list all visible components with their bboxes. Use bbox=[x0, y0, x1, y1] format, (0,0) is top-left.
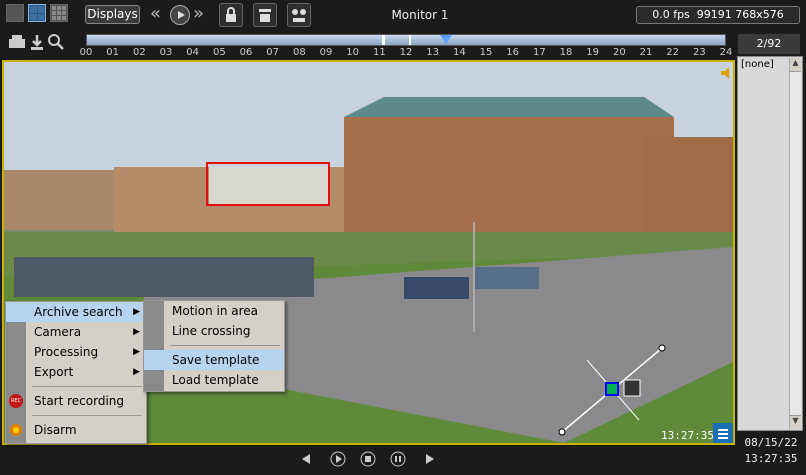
search-icon[interactable] bbox=[47, 33, 65, 51]
timeline-tick-label: 05 bbox=[212, 47, 226, 58]
layout-1x1-button[interactable] bbox=[6, 4, 24, 22]
timeline-tick-label: 18 bbox=[559, 47, 573, 58]
lock-icon[interactable] bbox=[219, 3, 243, 27]
timeline-tick-label: 16 bbox=[506, 47, 520, 58]
layout-2x2-button[interactable] bbox=[28, 4, 46, 22]
disarm-icon bbox=[9, 423, 23, 437]
monitor-title: Monitor 1 bbox=[391, 8, 449, 22]
scrollbar[interactable]: ▲ ▼ bbox=[789, 58, 801, 429]
timeline-tick-label: 11 bbox=[372, 47, 386, 58]
speaker-icon[interactable] bbox=[721, 64, 731, 79]
menu-item-camera[interactable]: Camera ▶ bbox=[6, 322, 146, 342]
displays-button[interactable]: Displays bbox=[85, 5, 140, 24]
detection-zone-box[interactable] bbox=[206, 162, 330, 206]
line-crossing-widget[interactable] bbox=[554, 342, 674, 442]
timeline-segment bbox=[382, 35, 385, 45]
camera-list-panel[interactable]: [none] ▲ ▼ bbox=[737, 56, 803, 431]
fast-forward-icon[interactable]: » bbox=[193, 4, 204, 24]
video-timestamp: 13:27:35 bbox=[661, 429, 714, 442]
previous-frame-icon[interactable] bbox=[298, 450, 314, 468]
context-menu: Archive search ▶ Camera ▶ Processing ▶ Expo… bbox=[5, 301, 147, 444]
datetime-display: 08/15/22 13:27:35 bbox=[738, 435, 804, 471]
timeline-tick-label: 09 bbox=[319, 47, 333, 58]
timeline-tick-label: 07 bbox=[266, 47, 280, 58]
layout-3x3-button[interactable] bbox=[50, 4, 68, 22]
rewind-icon[interactable]: « bbox=[150, 4, 161, 24]
pause-icon[interactable] bbox=[390, 450, 406, 468]
timeline-tick-label: 15 bbox=[479, 47, 493, 58]
stop-icon[interactable] bbox=[360, 450, 376, 468]
timeline-tick-label: 21 bbox=[639, 47, 653, 58]
timeline-tick-label: 10 bbox=[346, 47, 360, 58]
next-frame-icon[interactable] bbox=[422, 450, 438, 468]
download-icon[interactable] bbox=[28, 33, 46, 51]
rec-icon: REC bbox=[9, 394, 23, 408]
play-icon[interactable] bbox=[170, 5, 190, 25]
date-text: 08/15/22 bbox=[744, 436, 798, 449]
timeline-tick-label: 24 bbox=[719, 47, 733, 58]
menu-item-start-recording[interactable]: REC Start recording bbox=[6, 391, 146, 411]
timeline-cursor[interactable] bbox=[440, 30, 452, 44]
timeline-tick-label: 00 bbox=[79, 47, 93, 58]
print-icon[interactable] bbox=[6, 33, 28, 51]
timeline-tick-label: 04 bbox=[186, 47, 200, 58]
menu-item-disarm[interactable]: Disarm bbox=[6, 420, 146, 440]
timeline-bar[interactable] bbox=[86, 34, 726, 46]
submenu-item-line-crossing[interactable]: Line crossing bbox=[144, 321, 284, 341]
time-text: 13:27:35 bbox=[744, 452, 798, 465]
submenu-item-load-template[interactable]: Load template bbox=[144, 370, 284, 390]
timeline-tick-label: 23 bbox=[692, 47, 706, 58]
timeline-tick-label: 19 bbox=[586, 47, 600, 58]
submenu-item-save-template[interactable]: Save template bbox=[144, 350, 284, 370]
timeline-tick-label: 20 bbox=[612, 47, 626, 58]
timeline-tick-label: 13 bbox=[426, 47, 440, 58]
timeline-tick-label: 14 bbox=[452, 47, 466, 58]
menu-item-archive-search[interactable]: Archive search ▶ bbox=[6, 302, 146, 322]
menu-corner-icon[interactable] bbox=[713, 423, 733, 443]
archive-search-submenu: Motion in area Line crossing Save templa… bbox=[143, 300, 285, 392]
fps-status: 0.0 fps 99191 768x576 bbox=[636, 6, 800, 24]
timeline-tick-label: 17 bbox=[532, 47, 546, 58]
timeline-tick-label: 02 bbox=[132, 47, 146, 58]
timeline-tick-label: 22 bbox=[666, 47, 680, 58]
arm-icon[interactable] bbox=[253, 3, 277, 27]
timeline-segment bbox=[409, 35, 411, 45]
timeline-tick-label: 01 bbox=[106, 47, 120, 58]
camera-page-indicator: 2/92 bbox=[738, 34, 800, 54]
play-button-icon[interactable] bbox=[330, 450, 346, 468]
timeline-tick-label: 08 bbox=[292, 47, 306, 58]
scroll-down-icon[interactable]: ▼ bbox=[790, 415, 801, 429]
submenu-item-motion-in-area[interactable]: Motion in area bbox=[144, 301, 284, 321]
timeline-tick-label: 06 bbox=[239, 47, 253, 58]
timeline-tick-label: 12 bbox=[399, 47, 413, 58]
menu-item-processing[interactable]: Processing ▶ bbox=[6, 342, 146, 362]
scroll-up-icon[interactable]: ▲ bbox=[790, 58, 801, 72]
timeline-tick-label: 03 bbox=[159, 47, 173, 58]
tape-icon[interactable] bbox=[287, 3, 311, 27]
menu-item-export[interactable]: Export ▶ bbox=[6, 362, 146, 382]
